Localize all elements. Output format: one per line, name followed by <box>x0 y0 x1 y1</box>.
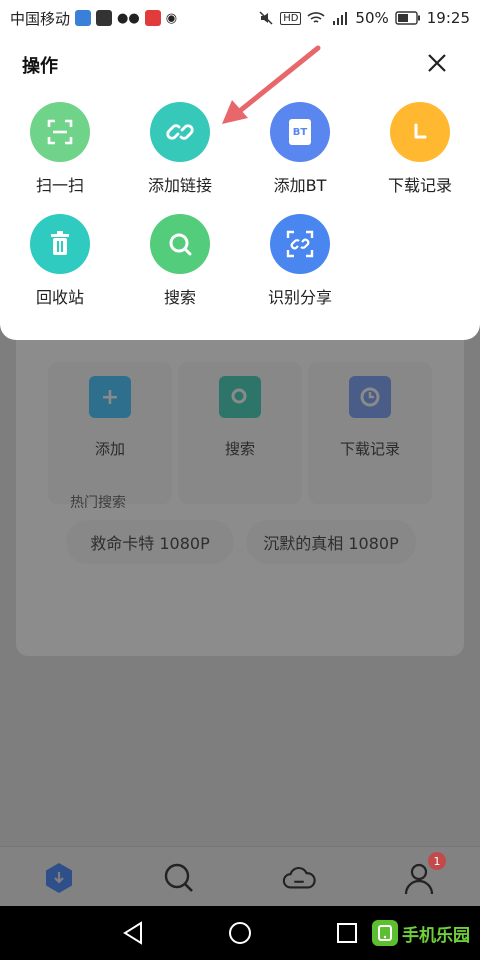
add-link-label: 添加链接 <box>147 176 212 195</box>
scan-label: 扫一扫 <box>35 176 84 195</box>
search-icon <box>150 214 210 274</box>
back-icon[interactable] <box>120 920 146 946</box>
annotation-arrow-icon <box>222 45 321 124</box>
clock-time: 19:25 <box>426 9 470 27</box>
quick-add-label: 添加 <box>94 440 125 458</box>
search-button[interactable]: 搜索 <box>120 214 240 314</box>
trash-icon <box>30 214 90 274</box>
player-notification-icon <box>96 10 113 26</box>
clock-icon <box>349 376 391 418</box>
hot-search-chip[interactable]: 救命卡特 1080P <box>66 520 234 564</box>
watermark: 手机乐园 <box>372 918 470 948</box>
add-bt-label: 添加BT <box>273 176 327 195</box>
quick-download-history-label: 下载记录 <box>339 440 400 458</box>
quick-search-label: 搜索 <box>224 440 255 458</box>
download-history-label: 下载记录 <box>387 176 452 195</box>
notification-badge: 1 <box>428 852 446 870</box>
recognize-share-label: 识别分享 <box>267 288 332 307</box>
hd-badge: HD <box>280 11 302 25</box>
scan-icon <box>30 102 90 162</box>
recents-icon[interactable] <box>334 920 360 946</box>
clock-icon <box>390 102 450 162</box>
watermark-text: 手机乐园 <box>402 925 470 946</box>
hot-search-chip[interactable]: 沉默的真相 1080P <box>246 520 416 564</box>
recycle-bin-button[interactable]: 回收站 <box>0 214 120 314</box>
carrier-name: 中国移动 <box>10 9 71 28</box>
status-bar: 中国移动 ●● ◉ HD 50% 19:25 <box>0 0 480 36</box>
mute-icon <box>259 11 273 25</box>
recognize-share-button[interactable]: 识别分享 <box>240 214 360 314</box>
search-icon <box>219 376 261 418</box>
scan-button[interactable]: 扫一扫 <box>0 102 120 202</box>
bottom-tab-bar <box>0 846 480 906</box>
download-history-button[interactable]: 下载记录 <box>360 102 480 202</box>
quick-add[interactable]: + 添加 <box>48 362 172 504</box>
shop-notification-icon <box>144 10 161 26</box>
search-label: 搜索 <box>163 288 196 307</box>
wifi-icon <box>307 12 325 23</box>
close-icon[interactable] <box>424 50 450 76</box>
sheet-title: 操作 <box>22 56 58 77</box>
quick-search[interactable]: 搜索 <box>178 362 302 504</box>
recycle-bin-label: 回收站 <box>35 288 84 307</box>
cloud-tab-icon[interactable] <box>282 861 316 895</box>
plus-icon: + <box>89 376 131 418</box>
home-icon[interactable] <box>227 920 253 946</box>
hot-search-title: 热门搜索 <box>70 495 126 511</box>
battery-icon <box>395 11 420 25</box>
qq-icon: ◉ <box>165 10 178 26</box>
search-tab-icon[interactable] <box>162 861 196 895</box>
link-icon <box>150 102 210 162</box>
battery-percent: 50% <box>355 9 389 27</box>
share-recognize-icon <box>270 214 330 274</box>
app-notification-icon <box>75 10 92 26</box>
download-tab-icon[interactable] <box>42 861 76 895</box>
quick-download-history[interactable]: 下载记录 <box>308 362 432 504</box>
watermark-logo-icon <box>372 920 398 946</box>
signal-icon <box>333 12 348 25</box>
wechat-icon: ●● <box>117 10 140 26</box>
